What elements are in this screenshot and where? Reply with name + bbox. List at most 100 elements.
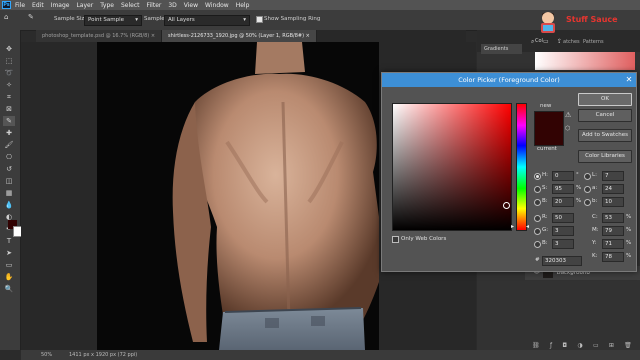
- web-safe-cube-icon[interactable]: ⬡: [565, 125, 570, 132]
- r-input[interactable]: 50: [552, 213, 574, 223]
- hue-slider[interactable]: [516, 103, 527, 231]
- tab-swatches[interactable]: atches: [563, 39, 580, 45]
- k-input[interactable]: 78: [602, 252, 624, 262]
- quick-select-tool-icon[interactable]: ✧: [3, 80, 15, 90]
- zoom-level[interactable]: 50%: [41, 352, 52, 358]
- add-to-swatches-button[interactable]: Add to Swatches: [578, 129, 632, 142]
- menu-filter[interactable]: Filter: [147, 2, 162, 9]
- frame-tool-icon[interactable]: ⊠: [3, 104, 15, 114]
- menu-edit[interactable]: Edit: [32, 2, 44, 9]
- menu-image[interactable]: Image: [51, 2, 70, 9]
- new-layer-icon[interactable]: ⊞: [609, 342, 614, 350]
- move-tool-icon[interactable]: ✥: [3, 44, 15, 54]
- tab-shirtless[interactable]: shirtless-2126733_1920.jpg @ 50% (Layer …: [162, 30, 317, 42]
- hue-slider-left-arrow[interactable]: ▸: [511, 223, 514, 230]
- history-brush-icon[interactable]: ↺: [3, 164, 15, 174]
- color-libraries-button[interactable]: Color Libraries: [578, 150, 632, 163]
- rectangle-tool-icon[interactable]: ▭: [3, 260, 15, 270]
- blue-radio[interactable]: [534, 241, 541, 248]
- folder-icon[interactable]: ▭: [593, 342, 599, 350]
- l-radio[interactable]: [584, 173, 591, 180]
- red-radio[interactable]: [534, 215, 541, 222]
- s-unit: %: [576, 185, 582, 191]
- fx-icon[interactable]: ƒ: [550, 342, 552, 350]
- blur-tool-icon[interactable]: 💧: [3, 200, 15, 210]
- gradients-panel-tab[interactable]: Gradients: [481, 44, 522, 54]
- menu-select[interactable]: Select: [121, 2, 140, 9]
- lab-b-radio[interactable]: [584, 199, 591, 206]
- menu-help[interactable]: Help: [236, 2, 250, 9]
- hue-slider-right-arrow[interactable]: ◂: [526, 223, 529, 230]
- crop-tool-icon[interactable]: ⌗: [3, 92, 15, 102]
- menu-type[interactable]: Type: [100, 2, 114, 9]
- b-label: B:: [542, 198, 548, 204]
- h-label: H:: [542, 172, 548, 178]
- current-color-swatch[interactable]: [534, 128, 564, 146]
- home-icon[interactable]: ⌂: [4, 13, 8, 21]
- tab-patterns[interactable]: Patterns: [583, 39, 604, 45]
- saturation-brightness-field[interactable]: [392, 103, 512, 231]
- menu-file[interactable]: File: [15, 2, 25, 9]
- l-input[interactable]: 7: [602, 171, 624, 181]
- hue-radio[interactable]: [534, 173, 541, 180]
- sv-picker-handle[interactable]: [503, 202, 510, 209]
- brush-tool-icon[interactable]: 🖌: [3, 140, 15, 150]
- h-unit: °: [576, 172, 579, 178]
- k-unit: %: [626, 253, 632, 259]
- eyedropper-tool-icon[interactable]: ✎: [28, 13, 34, 21]
- saturation-radio[interactable]: [534, 186, 541, 193]
- h-input[interactable]: 0: [552, 171, 574, 181]
- color-panel-field[interactable]: [535, 52, 635, 70]
- link-icon[interactable]: ⛓: [532, 342, 540, 350]
- hand-tool-icon[interactable]: ✋: [3, 272, 15, 282]
- menu-layer[interactable]: Layer: [76, 2, 93, 9]
- workspace-icon[interactable]: ▭: [543, 38, 549, 45]
- b-input[interactable]: 20: [552, 197, 574, 207]
- cancel-button[interactable]: Cancel: [578, 109, 632, 122]
- gradient-tool-icon[interactable]: ▦: [3, 188, 15, 198]
- green-radio[interactable]: [534, 228, 541, 235]
- lab-b-input[interactable]: 10: [602, 197, 624, 207]
- brightness-radio[interactable]: [534, 199, 541, 206]
- m-input[interactable]: 79: [602, 226, 624, 236]
- clone-stamp-icon[interactable]: ⎔: [3, 152, 15, 162]
- show-sampling-ring-checkbox[interactable]: [256, 16, 263, 23]
- menu-3d[interactable]: 3D: [168, 2, 176, 9]
- photo-canvas[interactable]: [97, 42, 379, 350]
- zoom-tool-icon[interactable]: 🔍: [3, 284, 15, 294]
- a-radio[interactable]: [584, 186, 591, 193]
- y-input[interactable]: 71: [602, 239, 624, 249]
- adjustment-icon[interactable]: ◑: [577, 342, 582, 350]
- lasso-tool-icon[interactable]: ➰: [3, 68, 15, 78]
- only-web-colors-checkbox[interactable]: [392, 236, 399, 243]
- ok-button[interactable]: OK: [578, 93, 632, 106]
- mask-icon[interactable]: ◘: [562, 342, 567, 350]
- sample-select[interactable]: All Layers ▾: [164, 15, 250, 26]
- gamut-warning-icon[interactable]: ⚠: [565, 111, 571, 119]
- tab-photoshop-template[interactable]: photoshop_template.psd @ 16.7% (RGB/8) ×: [36, 30, 163, 42]
- marquee-tool-icon[interactable]: ⬚: [3, 56, 15, 66]
- share-icon[interactable]: ⇪: [557, 38, 562, 45]
- trash-icon[interactable]: 🗑: [624, 342, 632, 350]
- tab-label: shirtless-2126733_1920.jpg @ 50% (Layer …: [168, 33, 305, 39]
- eyedropper-tool-icon[interactable]: ✎: [3, 116, 15, 126]
- search-icon[interactable]: ⌕: [531, 38, 534, 46]
- healing-brush-icon[interactable]: ✚: [3, 128, 15, 138]
- sample-size-select[interactable]: Point Sample ▾: [84, 15, 142, 26]
- s-input[interactable]: 95: [552, 184, 574, 194]
- menu-window[interactable]: Window: [205, 2, 229, 9]
- path-select-icon[interactable]: ➤: [3, 248, 15, 258]
- g-input[interactable]: 3: [552, 226, 574, 236]
- b-rgb-input[interactable]: 3: [552, 239, 574, 249]
- status-bar: 50% 1411 px x 1920 px (72 ppi): [21, 350, 640, 360]
- type-tool-icon[interactable]: T: [3, 236, 15, 246]
- a-input[interactable]: 24: [602, 184, 624, 194]
- sample-value: All Layers: [168, 17, 195, 23]
- tab-color[interactable]: Col: [535, 38, 543, 44]
- c-input[interactable]: 53: [602, 213, 624, 223]
- hex-input[interactable]: 320303: [542, 256, 582, 266]
- menu-bar: Ps File Edit Image Layer Type Select Fil…: [0, 0, 640, 10]
- menu-view[interactable]: View: [184, 2, 198, 9]
- close-icon[interactable]: ✕: [622, 73, 636, 87]
- eraser-tool-icon[interactable]: ◫: [3, 176, 15, 186]
